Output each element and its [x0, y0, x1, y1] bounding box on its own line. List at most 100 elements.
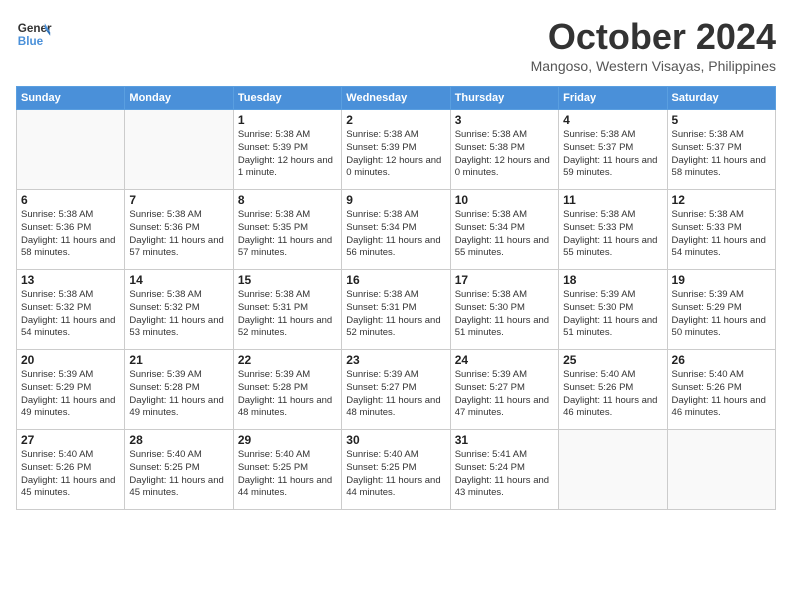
cell-data: Sunrise: 5:39 AMSunset: 5:28 PMDaylight:… [129, 369, 228, 420]
day-number: 13 [21, 273, 120, 287]
calendar-cell: 28 Sunrise: 5:40 AMSunset: 5:25 PMDayligh… [125, 430, 233, 510]
calendar-table: SundayMondayTuesdayWednesdayThursdayFrid… [16, 86, 776, 510]
cell-data: Sunrise: 5:40 AMSunset: 5:26 PMDaylight:… [21, 449, 120, 500]
cell-data: Sunrise: 5:38 AMSunset: 5:30 PMDaylight:… [455, 289, 554, 340]
day-number: 6 [21, 193, 120, 207]
weekday-header: Thursday [450, 87, 558, 110]
svg-text:Blue: Blue [18, 35, 44, 48]
calendar-cell: 26 Sunrise: 5:40 AMSunset: 5:26 PMDayligh… [667, 350, 775, 430]
day-number: 26 [672, 353, 771, 367]
calendar-cell: 11Sunrise: 5:38 AMSunset: 5:33 PMDayligh… [559, 190, 667, 270]
cell-data: Sunrise: 5:40 AMSunset: 5:26 PMDaylight:… [563, 369, 662, 420]
cell-data: Sunrise: 5:40 AMSunset: 5:25 PMDaylight:… [129, 449, 228, 500]
calendar-cell: 18 Sunrise: 5:39 AMSunset: 5:30 PMDayligh… [559, 270, 667, 350]
day-number: 19 [672, 273, 771, 287]
calendar-cell: 7Sunrise: 5:38 AMSunset: 5:36 PMDaylight… [125, 190, 233, 270]
day-number: 21 [129, 353, 228, 367]
day-number: 30 [346, 433, 445, 447]
day-number: 27 [21, 433, 120, 447]
cell-data: Sunrise: 5:38 AMSunset: 5:31 PMDaylight:… [346, 289, 445, 340]
weekday-header: Sunday [17, 87, 125, 110]
cell-data: Sunrise: 5:39 AMSunset: 5:30 PMDaylight:… [563, 289, 662, 340]
day-number: 24 [455, 353, 554, 367]
weekday-header: Friday [559, 87, 667, 110]
cell-data: Sunrise: 5:39 AMSunset: 5:28 PMDaylight:… [238, 369, 337, 420]
calendar-week-row: 27 Sunrise: 5:40 AMSunset: 5:26 PMDayligh… [17, 430, 776, 510]
cell-data: Sunrise: 5:39 AMSunset: 5:27 PMDaylight:… [455, 369, 554, 420]
calendar-cell: 5 Sunrise: 5:38 AMSunset: 5:37 PMDaylight… [667, 110, 775, 190]
calendar-cell: 17 Sunrise: 5:38 AMSunset: 5:30 PMDayligh… [450, 270, 558, 350]
calendar-cell: 21 Sunrise: 5:39 AMSunset: 5:28 PMDayligh… [125, 350, 233, 430]
calendar-week-row: 20 Sunrise: 5:39 AMSunset: 5:29 PMDayligh… [17, 350, 776, 430]
day-number: 3 [455, 113, 554, 127]
cell-data: Sunrise: 5:38 AMSunset: 5:32 PMDaylight:… [129, 289, 228, 340]
calendar-cell [559, 430, 667, 510]
calendar-cell [667, 430, 775, 510]
calendar-cell: 20 Sunrise: 5:39 AMSunset: 5:29 PMDayligh… [17, 350, 125, 430]
cell-data: Sunrise: 5:40 AMSunset: 5:25 PMDaylight:… [238, 449, 337, 500]
calendar-cell: 10 Sunrise: 5:38 AMSunset: 5:34 PMDayligh… [450, 190, 558, 270]
day-number: 2 [346, 113, 445, 127]
calendar-cell [17, 110, 125, 190]
day-number: 4 [563, 113, 662, 127]
calendar-cell: 19Sunrise: 5:39 AMSunset: 5:29 PMDayligh… [667, 270, 775, 350]
day-number: 28 [129, 433, 228, 447]
calendar-cell: 30Sunrise: 5:40 AMSunset: 5:25 PMDayligh… [342, 430, 450, 510]
weekday-header: Monday [125, 87, 233, 110]
cell-data: Sunrise: 5:38 AMSunset: 5:34 PMDaylight:… [455, 209, 554, 260]
calendar-cell: 4 Sunrise: 5:38 AMSunset: 5:37 PMDaylight… [559, 110, 667, 190]
day-number: 9 [346, 193, 445, 207]
calendar-week-row: 13 Sunrise: 5:38 AMSunset: 5:32 PMDayligh… [17, 270, 776, 350]
weekday-header: Tuesday [233, 87, 341, 110]
calendar-cell: 23 Sunrise: 5:39 AMSunset: 5:27 PMDayligh… [342, 350, 450, 430]
location-subtitle: Mangoso, Western Visayas, Philippines [531, 58, 776, 74]
month-year-title: October 2024 [531, 16, 776, 58]
cell-data: Sunrise: 5:38 AMSunset: 5:37 PMDaylight:… [563, 129, 662, 180]
cell-data: Sunrise: 5:40 AMSunset: 5:26 PMDaylight:… [672, 369, 771, 420]
page-header: General Blue October 2024 Mangoso, Weste… [16, 16, 776, 74]
cell-data: Sunrise: 5:39 AMSunset: 5:27 PMDaylight:… [346, 369, 445, 420]
day-number: 29 [238, 433, 337, 447]
day-number: 8 [238, 193, 337, 207]
day-number: 7 [129, 193, 228, 207]
cell-data: Sunrise: 5:39 AMSunset: 5:29 PMDaylight:… [21, 369, 120, 420]
day-number: 5 [672, 113, 771, 127]
day-number: 20 [21, 353, 120, 367]
day-number: 25 [563, 353, 662, 367]
day-number: 17 [455, 273, 554, 287]
calendar-cell: 6Sunrise: 5:38 AMSunset: 5:36 PMDaylight… [17, 190, 125, 270]
calendar-cell: 29 Sunrise: 5:40 AMSunset: 5:25 PMDayligh… [233, 430, 341, 510]
calendar-cell: 27 Sunrise: 5:40 AMSunset: 5:26 PMDayligh… [17, 430, 125, 510]
day-number: 15 [238, 273, 337, 287]
day-number: 14 [129, 273, 228, 287]
calendar-cell: 25 Sunrise: 5:40 AMSunset: 5:26 PMDayligh… [559, 350, 667, 430]
calendar-cell: 22 Sunrise: 5:39 AMSunset: 5:28 PMDayligh… [233, 350, 341, 430]
day-number: 1 [238, 113, 337, 127]
day-number: 12 [672, 193, 771, 207]
cell-data: Sunrise: 5:38 AMSunset: 5:32 PMDaylight:… [21, 289, 120, 340]
cell-data: Sunrise: 5:38 AMSunset: 5:31 PMDaylight:… [238, 289, 337, 340]
cell-data: Sunrise: 5:38 AMSunset: 5:33 PMDaylight:… [672, 209, 771, 260]
day-number: 18 [563, 273, 662, 287]
logo-icon: General Blue [16, 16, 52, 52]
weekday-header-row: SundayMondayTuesdayWednesdayThursdayFrid… [17, 87, 776, 110]
day-number: 23 [346, 353, 445, 367]
calendar-cell: 2 Sunrise: 5:38 AMSunset: 5:39 PMDaylight… [342, 110, 450, 190]
calendar-week-row: 1 Sunrise: 5:38 AMSunset: 5:39 PMDaylight… [17, 110, 776, 190]
cell-data: Sunrise: 5:38 AMSunset: 5:39 PMDaylight:… [346, 129, 445, 180]
day-number: 10 [455, 193, 554, 207]
calendar-week-row: 6Sunrise: 5:38 AMSunset: 5:36 PMDaylight… [17, 190, 776, 270]
calendar-cell: 3Sunrise: 5:38 AMSunset: 5:38 PMDaylight… [450, 110, 558, 190]
calendar-cell: 13 Sunrise: 5:38 AMSunset: 5:32 PMDayligh… [17, 270, 125, 350]
calendar-cell: 14 Sunrise: 5:38 AMSunset: 5:32 PMDayligh… [125, 270, 233, 350]
cell-data: Sunrise: 5:38 AMSunset: 5:37 PMDaylight:… [672, 129, 771, 180]
weekday-header: Saturday [667, 87, 775, 110]
day-number: 22 [238, 353, 337, 367]
calendar-cell: 1Sunrise: 5:38 AMSunset: 5:39 PMDaylight… [233, 110, 341, 190]
day-number: 31 [455, 433, 554, 447]
weekday-header: Wednesday [342, 87, 450, 110]
cell-data: Sunrise: 5:38 AMSunset: 5:34 PMDaylight:… [346, 209, 445, 260]
calendar-cell: 9 Sunrise: 5:38 AMSunset: 5:34 PMDaylight… [342, 190, 450, 270]
calendar-cell: 8Sunrise: 5:38 AMSunset: 5:35 PMDaylight… [233, 190, 341, 270]
logo: General Blue [16, 16, 52, 52]
